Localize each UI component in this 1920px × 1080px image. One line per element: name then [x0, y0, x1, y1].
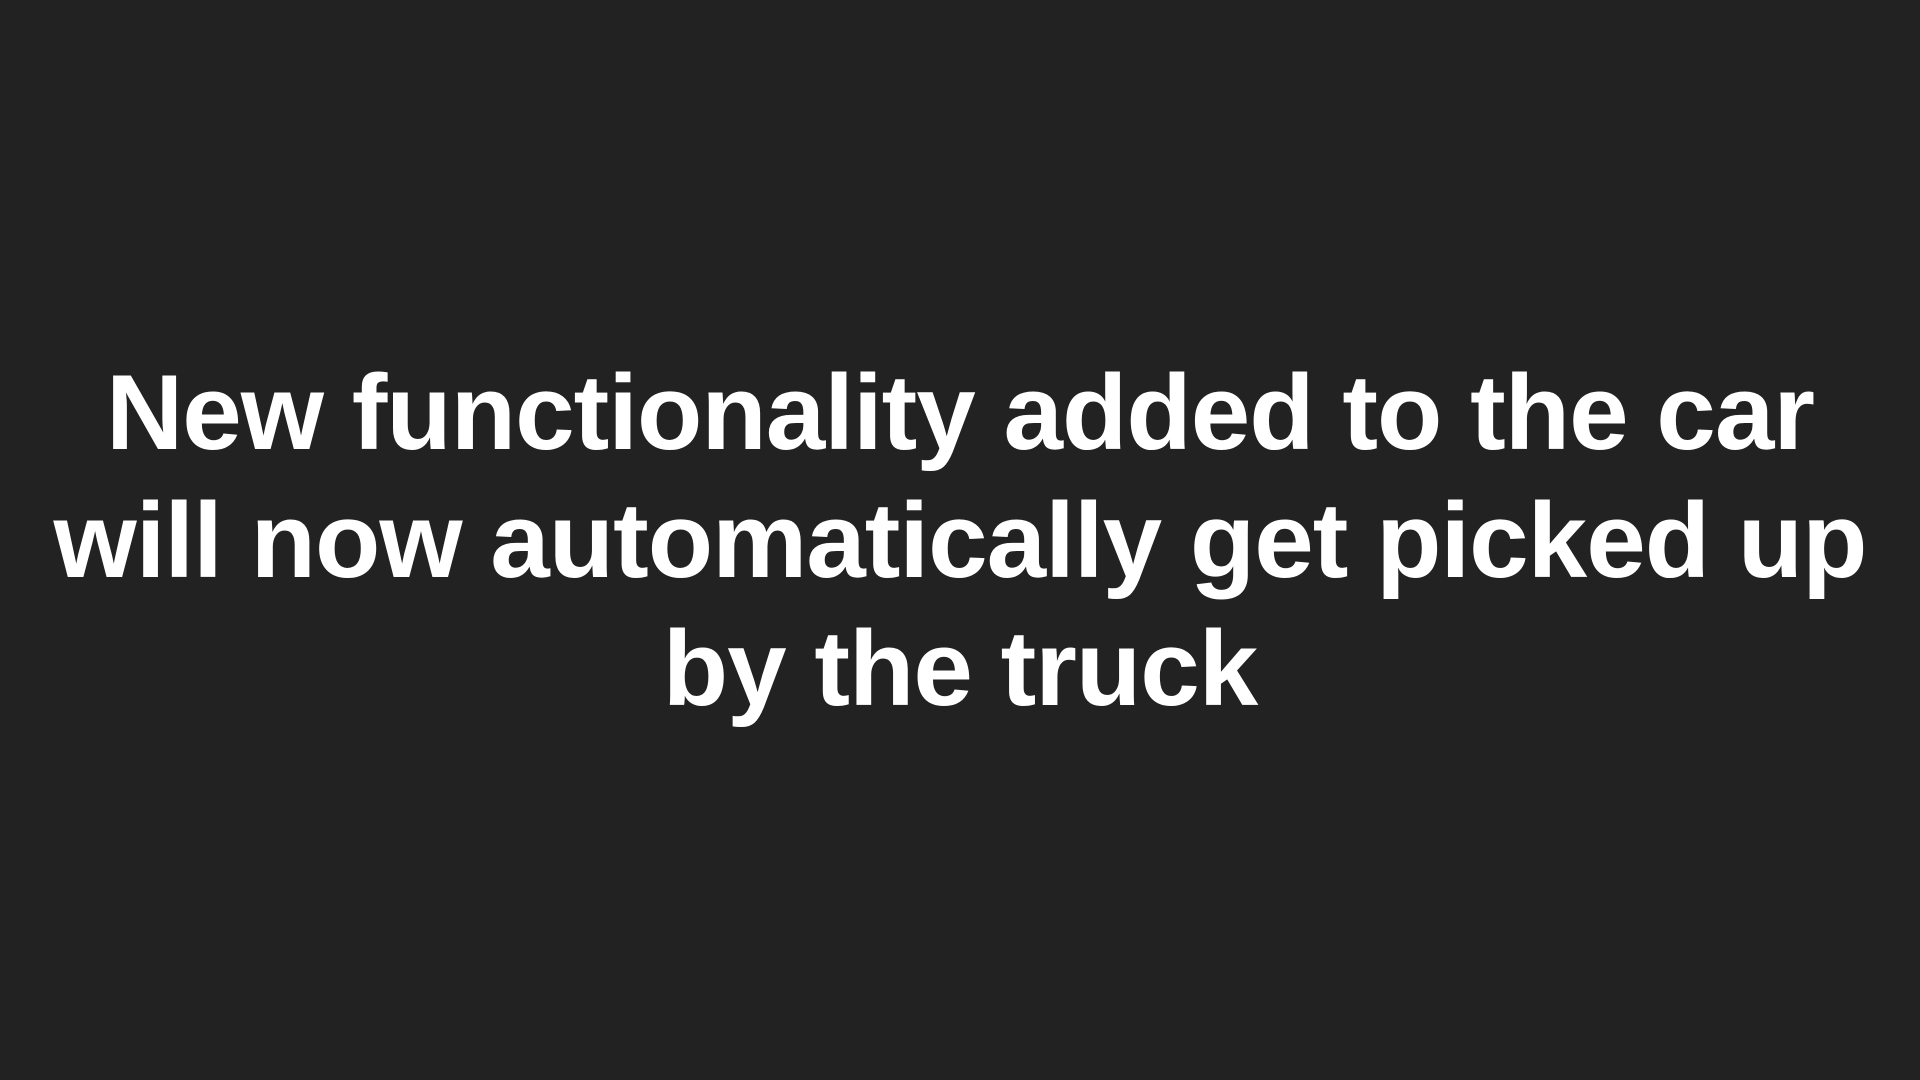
statement-line-3: by the truck — [662, 608, 1258, 728]
statement-line-2: will now automatically get picked up — [53, 480, 1867, 600]
statement-line-1: New functionality added to the car — [106, 352, 1815, 472]
slide: New functionality added to the car will … — [0, 0, 1920, 1080]
slide-statement: New functionality added to the car will … — [40, 348, 1880, 732]
